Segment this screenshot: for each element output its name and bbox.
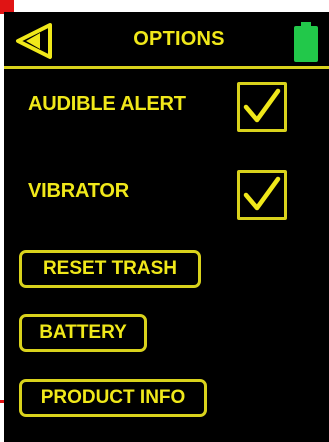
audible-alert-checkbox[interactable]	[237, 82, 287, 132]
header-divider	[4, 66, 329, 69]
back-button[interactable]	[12, 22, 56, 60]
page-title: OPTIONS	[133, 28, 225, 50]
reset-trash-button[interactable]: RESET TRASH	[19, 250, 201, 288]
checkmark-icon	[243, 88, 281, 123]
vibrator-checkbox[interactable]	[237, 170, 287, 220]
vibrator-label: VIBRATOR	[28, 180, 129, 202]
device-screen: OPTIONS AUDIBLE ALERT VIBRATOR RESET TRA…	[4, 12, 329, 442]
checkmark-icon	[243, 176, 281, 211]
battery-button[interactable]: BATTERY	[19, 314, 147, 352]
back-arrow-icon	[16, 23, 52, 59]
battery-full-icon	[294, 22, 318, 62]
header-bar: OPTIONS	[4, 12, 329, 66]
product-info-button[interactable]: PRODUCT INFO	[19, 379, 207, 417]
audible-alert-label: AUDIBLE ALERT	[28, 93, 186, 115]
